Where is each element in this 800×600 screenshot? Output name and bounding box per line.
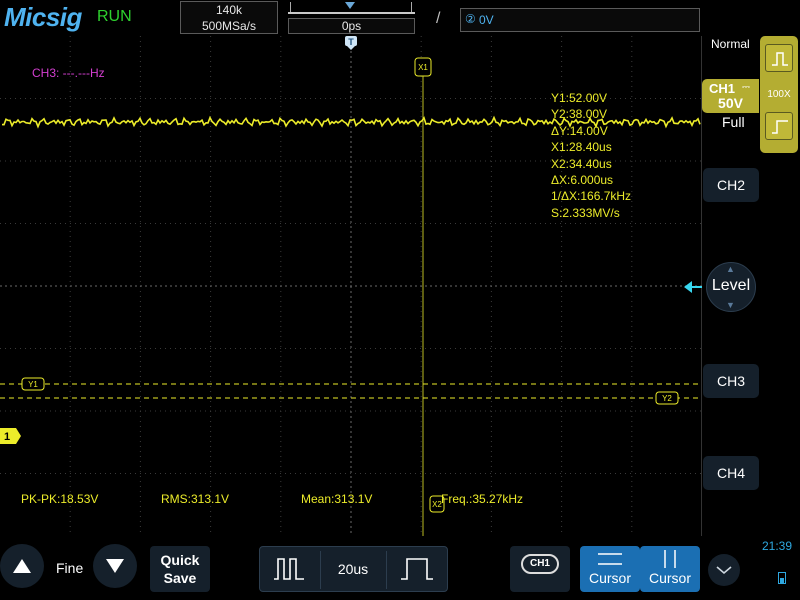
measurement-pk-pk: PK-PK:18.53V (21, 492, 99, 506)
cursor-y2-tag: Y2 (662, 394, 672, 403)
chevron-down-icon (716, 566, 732, 575)
ac-coupling-icon (772, 120, 788, 134)
collapse-menu-button[interactable] (708, 554, 740, 586)
ch4-label: CH4 (716, 465, 745, 481)
ch3-button[interactable]: CH3 (703, 364, 759, 398)
cursor-x1-tag: X1 (418, 63, 428, 72)
ch4-button[interactable]: CH4 (703, 456, 759, 490)
top-status-bar: Micsig RUN 140k 500MSa/s 0ps / ② 0V (0, 0, 800, 36)
cursor-channel-select-button[interactable]: CH1 (510, 546, 570, 592)
vertical-cursor-button[interactable]: Cursor (640, 546, 700, 592)
cursor-readout-line: X1:28.40us (551, 140, 612, 155)
narrow-pulse-icon (274, 558, 304, 580)
timebase-increase-button[interactable] (387, 547, 447, 591)
timebase-value: 20us (337, 561, 369, 577)
memory-depth: 140k (215, 3, 243, 17)
cursor-readout-line: X2:34.40us (551, 156, 612, 171)
fine-up-button[interactable] (0, 544, 44, 588)
ch1-bandwidth[interactable]: Full (722, 114, 745, 130)
ch3-frequency-readout: CH3: ---.---Hz (32, 66, 105, 80)
timeline-position-marker-icon (345, 2, 355, 9)
quick-save-label: Quick Save (160, 552, 200, 586)
trigger-level-knob[interactable]: ▲ Level ▼ (706, 262, 756, 312)
sample-rate: 500MSa/s (201, 19, 257, 33)
ac-coupling-button[interactable] (765, 112, 793, 140)
triangle-down-icon (106, 559, 124, 573)
dc-coupling-icon: ⎓ (742, 82, 750, 93)
horizontal-position-value: 0ps (341, 19, 362, 33)
ch1-marker-label: 1 (4, 431, 10, 443)
timebase-decrease-button[interactable] (260, 547, 320, 591)
ch3-label: CH3 (716, 373, 745, 389)
run-stop-status[interactable]: RUN (97, 8, 132, 26)
horizontal-position-box[interactable]: 0ps (288, 18, 415, 34)
brand-logo: Micsig (4, 2, 82, 32)
chevron-up-icon: ▲ (726, 264, 735, 274)
horizontal-cursor-button[interactable]: Cursor (580, 546, 640, 592)
level-label: Level (711, 277, 751, 294)
battery-icon (778, 572, 786, 584)
ch1-button[interactable]: CH1 ⎓ 50V (702, 79, 759, 113)
probe-ratio[interactable]: 100X (761, 89, 797, 100)
triangle-up-icon (13, 559, 31, 573)
horizontal-cursor-icon (598, 553, 622, 565)
cursor-y1-tag: Y1 (28, 380, 38, 389)
measurement-mean: Mean:313.1V (301, 492, 373, 506)
quick-save-button[interactable]: Quick Save (150, 546, 210, 592)
cursor-readout-line: S:2.333MV/s (551, 205, 620, 220)
acquisition-info-box[interactable]: 140k 500MSa/s (180, 1, 278, 34)
chevron-down-icon: ▼ (726, 300, 735, 310)
cursor-channel-badge: CH1 (521, 554, 559, 574)
trigger-mode[interactable]: Normal (711, 37, 750, 51)
horizontal-cursor-label: Cursor (588, 570, 631, 586)
trigger-source-icon: ② (465, 12, 476, 26)
ch2-button[interactable]: CH2 (703, 168, 759, 202)
cursor-readout-line: Y2:38.00V (551, 107, 608, 122)
fine-adjust-label[interactable]: Fine (56, 560, 83, 576)
trigger-level-value: 0V (479, 13, 494, 27)
dc-coupling-button[interactable] (765, 44, 793, 72)
measurement-rms: RMS:313.1V (161, 492, 230, 506)
ch1-vertical-scale: 50V (718, 95, 743, 111)
timebase-control: 20us (259, 546, 448, 592)
trigger-pointer-icon (347, 46, 355, 50)
dc-coupling-icon (772, 52, 788, 66)
memory-timeline-bar[interactable] (288, 12, 415, 14)
vertical-cursor-label: Cursor (648, 570, 691, 586)
bottom-toolbar: Fine Quick Save 20us CH1 Cursor Cursor 2… (0, 536, 800, 600)
vertical-cursor-icon (664, 550, 676, 568)
ch2-label: CH2 (716, 177, 745, 193)
trigger-position-label: T (348, 37, 354, 47)
cursor-readout-line: 1/ΔX:166.7kHz (551, 189, 632, 204)
ch1-label: CH1 (709, 81, 736, 96)
trigger-info-box[interactable]: ② 0V (460, 8, 700, 32)
rising-edge-icon[interactable]: / (436, 10, 440, 28)
cursor-readout-line: ΔY:14.00V (551, 123, 608, 138)
ch1-settings-panel: 100X (760, 36, 798, 153)
cursor-readout-line: Y1:52.00V (551, 91, 608, 105)
cursor-readout-panel: Y1:52.00V Y2:38.00V ΔY:14.00V X1:28.40us X2:… (551, 90, 631, 221)
clock: 21:39 (762, 539, 793, 553)
waveform-display[interactable]: X1 X2 Y1 Y2 T 1 CH3: ---.---Hz Y1:52.00V Y2:38… (0, 36, 702, 536)
measurement-frequency: Freq.:35.27kHz (441, 492, 524, 506)
fine-down-button[interactable] (93, 544, 137, 588)
wide-pulse-icon (401, 558, 433, 580)
cursor-readout-line: ΔX:6.000us (551, 173, 614, 188)
